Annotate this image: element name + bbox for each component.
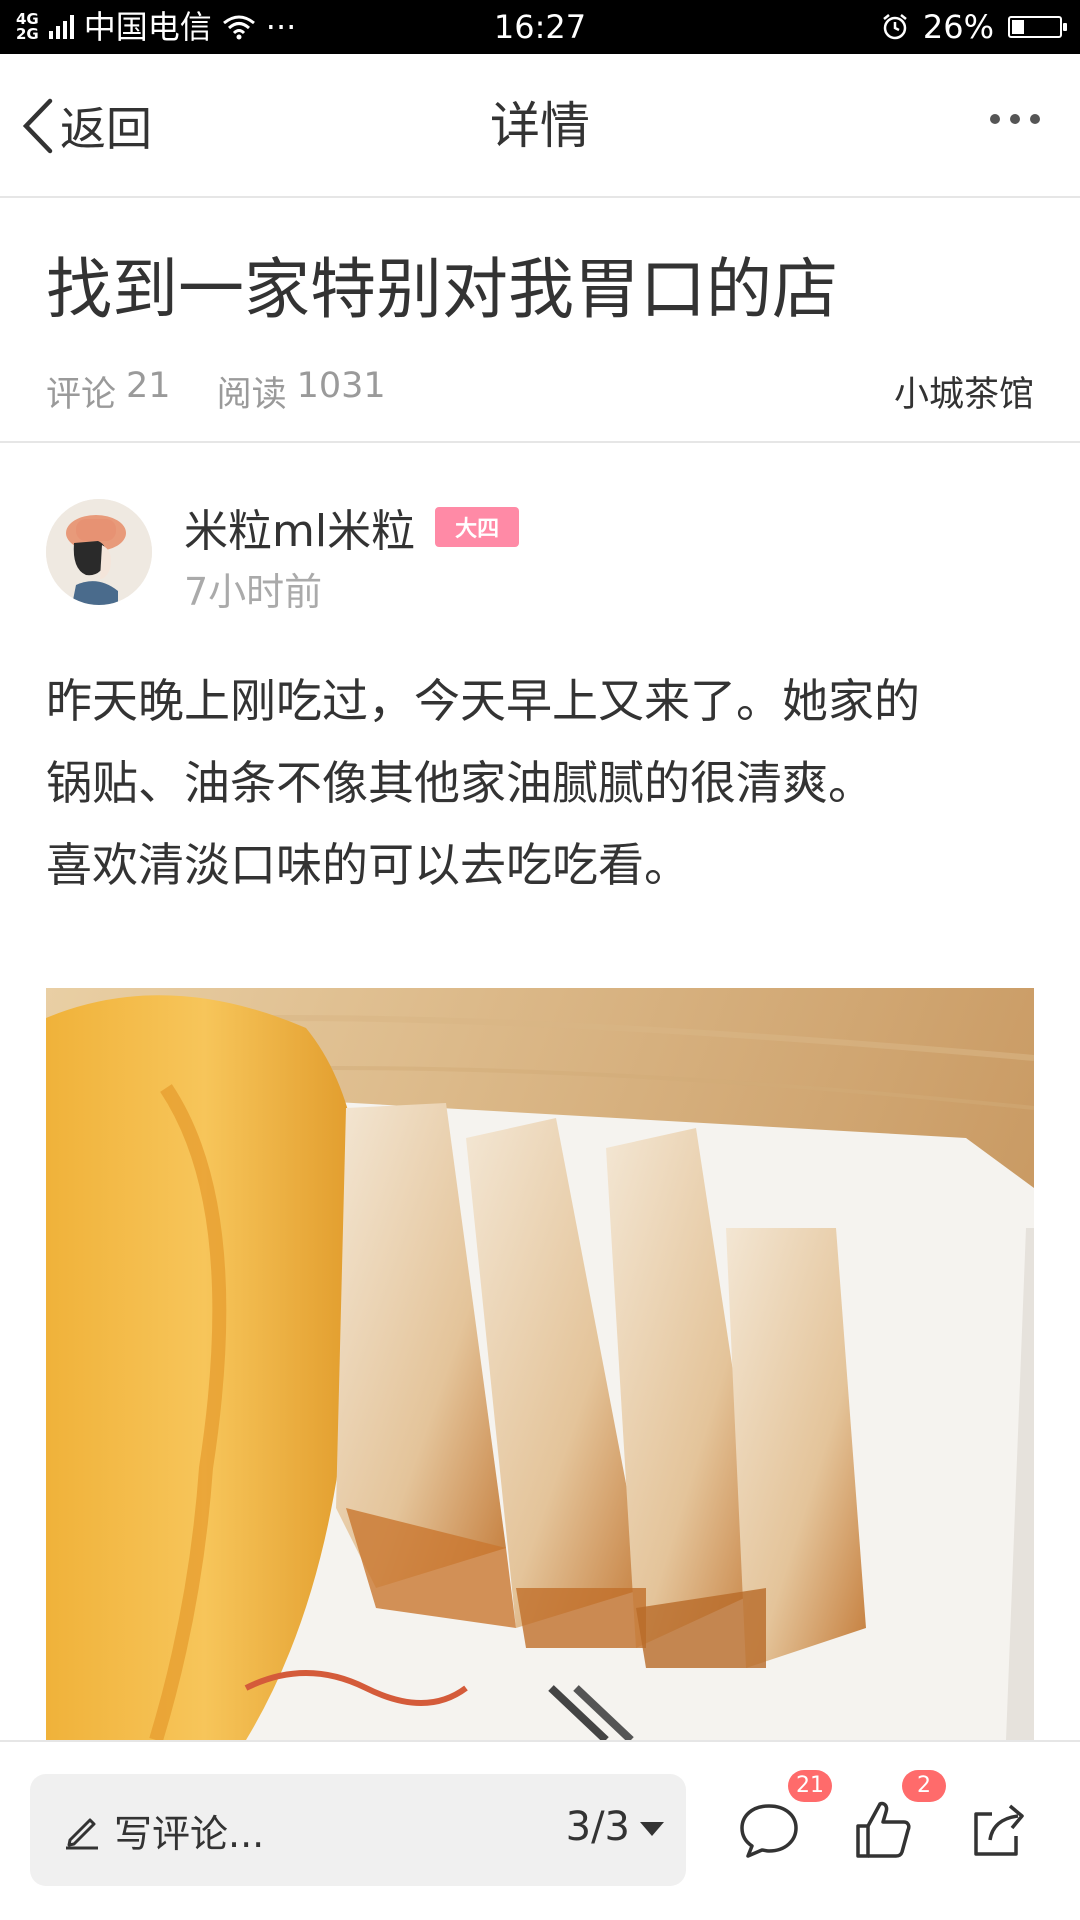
comments-count: 21 <box>126 366 171 406</box>
author-name-row: 米粒ml米粒 大四 <box>184 495 520 559</box>
speech-bubble-icon <box>740 1804 798 1858</box>
more-menu-icon[interactable] <box>990 114 1040 124</box>
battery-icon <box>1008 16 1067 38</box>
thumbs-up-icon <box>856 1801 911 1858</box>
avatar-illustration <box>46 499 152 605</box>
status-bar: 4G 2G 中国电信 ··· 16:27 26% <box>0 0 1080 54</box>
post-content: 昨天晚上刚吃过，今天早上又来了。她家的 锅贴、油条不像其他家油腻腻的很清爽。 喜… <box>46 660 1036 906</box>
grade-badge: 大四 <box>435 507 520 547</box>
reads-count: 1031 <box>296 366 386 406</box>
post-line: 锅贴、油条不像其他家油腻腻的很清爽。 <box>46 756 874 810</box>
comments-label: 评论 <box>46 375 117 415</box>
avatar[interactable] <box>46 499 152 605</box>
pencil-icon <box>66 1818 98 1850</box>
post-photo[interactable] <box>46 988 1034 1740</box>
author-name[interactable]: 米粒ml米粒 <box>184 495 415 559</box>
like-button[interactable]: 2 <box>848 1770 946 1864</box>
article-header: 找到一家特别对我胃口的店 评论 21 阅读 1031 小城茶馆 <box>0 198 1080 443</box>
post-line: 喜欢清淡口味的可以去吃吃看。 <box>46 838 690 892</box>
comment-input[interactable]: 写评论... 3/3 <box>30 1774 686 1886</box>
reads-label: 阅读 <box>216 375 287 415</box>
comment-count-badge: 21 <box>788 1770 832 1802</box>
battery-level <box>1012 20 1024 34</box>
comments-stat: 评论 21 <box>46 366 171 417</box>
page-title: 详情 <box>490 97 590 155</box>
nav-bar: 返回 详情 <box>0 54 1080 198</box>
battery-percent: 26% <box>922 8 994 46</box>
comment-placeholder: 写评论... <box>114 1811 265 1856</box>
post-line: 昨天晚上刚吃过，今天早上又来了。她家的 <box>46 674 920 728</box>
like-count-badge: 2 <box>902 1770 946 1802</box>
comment-button[interactable]: 21 <box>734 1770 832 1864</box>
bottom-bar: 写评论... 3/3 21 2 <box>0 1740 1080 1920</box>
share-button[interactable] <box>962 1794 1032 1864</box>
page-indicator[interactable]: 3/3 <box>566 1804 630 1850</box>
share-icon <box>974 1804 1024 1856</box>
reads-stat: 阅读 1031 <box>217 366 386 417</box>
article-meta: 评论 21 阅读 1031 <box>46 366 386 417</box>
caret-down-icon[interactable] <box>640 1822 664 1836</box>
author-row: 米粒ml米粒 大四 7小时前 <box>0 443 1080 623</box>
forum-link[interactable]: 小城茶馆 <box>894 366 1034 417</box>
food-photo-illustration <box>46 988 1034 1740</box>
post-time: 7小时前 <box>184 570 323 614</box>
status-right: 26% <box>881 0 1067 54</box>
alarm-icon <box>883 14 907 40</box>
article-title: 找到一家特别对我胃口的店 <box>46 251 838 328</box>
